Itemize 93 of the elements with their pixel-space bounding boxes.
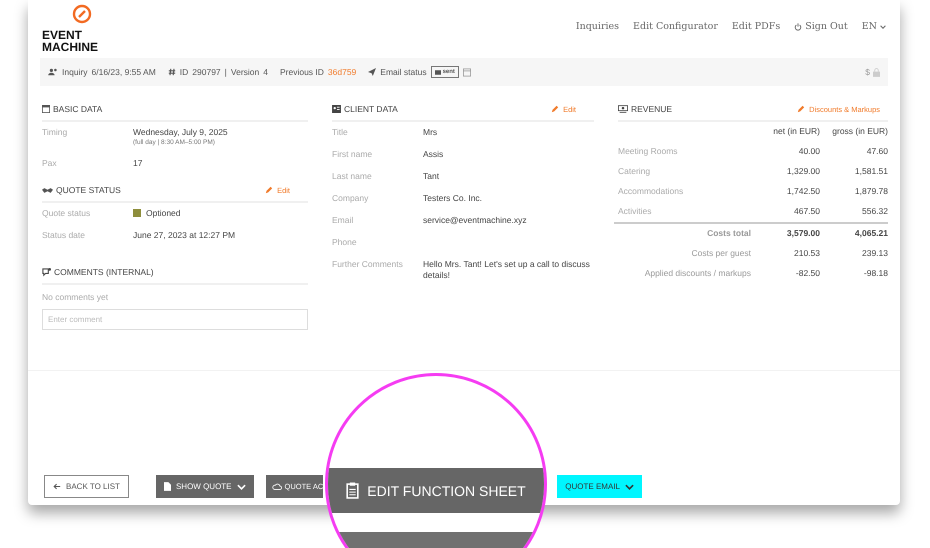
quote-email-button[interactable]: QUOTE EMAIL — [557, 475, 642, 498]
field-value: 17 — [133, 158, 142, 168]
gross-amount: 1,879.78 — [854, 185, 888, 198]
gross-amount: 4,065.21 — [854, 227, 888, 240]
field-value: Assis — [423, 149, 444, 159]
show-quote-button[interactable]: SHOW QUOTE — [156, 475, 254, 498]
chevron-down-icon — [624, 484, 634, 490]
net-amount: 1,742.50 — [786, 185, 820, 198]
separator-text: | — [224, 67, 227, 77]
clipboard-icon — [346, 482, 360, 499]
chevron-down-icon — [880, 24, 886, 28]
field-label: Pax — [42, 158, 58, 169]
field-value: Mrs — [423, 127, 438, 137]
field-label: First name — [332, 149, 374, 160]
revenue-label: Accommodations — [618, 185, 684, 198]
contact-card-icon — [332, 105, 341, 113]
paper-plane-icon — [368, 68, 376, 76]
field-label: Quote status — [42, 208, 92, 219]
empty-comments-text: No comments yet — [42, 291, 110, 304]
revenue-label: Catering — [618, 165, 652, 178]
field-label: Phone — [332, 237, 358, 248]
column-header: gross (in EUR) — [831, 125, 888, 138]
net-amount: 467.50 — [793, 205, 820, 218]
document-icon — [164, 482, 171, 491]
gross-amount: -98.18 — [862, 267, 888, 280]
currency-symbol: $ — [865, 67, 870, 77]
arrow-left-icon — [53, 483, 61, 490]
total-label: Costs per guest — [690, 247, 751, 260]
calendar-icon — [42, 105, 50, 113]
calendar-icon — [462, 68, 471, 76]
version-label: Version — [230, 67, 260, 77]
net-amount: 1,329.00 — [786, 165, 820, 178]
logo-text: MACHINE — [42, 41, 98, 53]
revenue-label: Activities — [618, 205, 653, 218]
field-label: Status date — [42, 230, 86, 241]
inquiry-date: 6/16/23, 9:55 AM — [92, 67, 156, 77]
sign-out-link[interactable]: Sign Out — [794, 21, 848, 32]
field-value: Wednesday, July 9, 2025 — [133, 127, 228, 137]
id-value: 290797 — [192, 67, 221, 77]
logo-icon — [72, 4, 92, 24]
edit-function-sheet-button[interactable]: EDIT FUNCTION SHEET — [328, 468, 544, 513]
field-value: service@eventmachine.xyz — [423, 215, 527, 225]
chat-icon — [42, 268, 51, 276]
section-title: REVENUE — [631, 104, 672, 114]
nav-link[interactable]: Edit Configurator — [633, 21, 718, 32]
pencil-icon — [551, 105, 560, 113]
field-label: Title — [332, 127, 349, 138]
comment-input[interactable]: Enter comment — [42, 309, 308, 330]
revenue-label: Meeting Rooms — [618, 145, 679, 158]
gross-amount: 239.13 — [861, 247, 888, 260]
money-icon — [618, 105, 628, 113]
power-icon — [794, 22, 802, 30]
section-title: BASIC DATA — [53, 104, 102, 114]
total-label: Applied discounts / markups — [644, 267, 751, 280]
previous-id-label: Previous ID — [280, 67, 324, 77]
field-value: Testers Co. Inc. — [423, 193, 482, 203]
back-button[interactable]: BACK TO LIST — [44, 475, 129, 498]
column-header: net (in EUR) — [772, 125, 820, 138]
lock-icon — [873, 68, 880, 76]
language-dropdown[interactable]: EN — [862, 21, 886, 32]
field-label: Company — [332, 193, 370, 204]
cloud-icon — [272, 483, 282, 490]
gross-amount: 556.32 — [861, 205, 888, 218]
net-amount: 210.53 — [793, 247, 820, 260]
pencil-icon — [265, 186, 274, 194]
field-label: Further Comments — [332, 259, 404, 271]
field-value: June 27, 2023 at 12:27 PM — [133, 230, 236, 240]
net-amount: -82.50 — [794, 267, 820, 280]
total-label: Costs total — [706, 227, 751, 240]
people-icon — [48, 68, 58, 76]
field-value: Tant — [423, 171, 440, 181]
net-amount: 3,579.00 — [786, 227, 820, 240]
chevron-down-icon — [236, 484, 246, 490]
section-title: QUOTE STATUS — [56, 185, 121, 195]
field-value: Hello Mrs. Tant! Let's set up a call to discuss details! — [423, 259, 590, 280]
section-title: COMMENTS (INTERNAL) — [54, 267, 154, 277]
section-title: CLIENT DATA — [344, 104, 398, 114]
field-label: Last name — [332, 171, 373, 182]
field-value: Optioned — [146, 208, 180, 218]
nav-link[interactable]: Inquiries — [576, 21, 620, 32]
version-value: 4 — [263, 67, 268, 77]
id-label: ID — [180, 67, 188, 77]
gross-amount: 47.60 — [866, 145, 888, 158]
nav-link[interactable]: Edit PDFs — [732, 21, 780, 32]
hash-icon — [168, 68, 176, 76]
logo-text: EVENT — [42, 29, 82, 41]
email-status-label: Email status — [380, 67, 427, 77]
gross-amount: 1,581.51 — [854, 165, 888, 178]
inquiry-label: Inquiry — [62, 67, 88, 77]
net-amount: 40.00 — [798, 145, 820, 158]
field-label: Email — [332, 215, 354, 226]
field-label: Timing — [42, 127, 68, 139]
pencil-icon — [797, 105, 806, 113]
